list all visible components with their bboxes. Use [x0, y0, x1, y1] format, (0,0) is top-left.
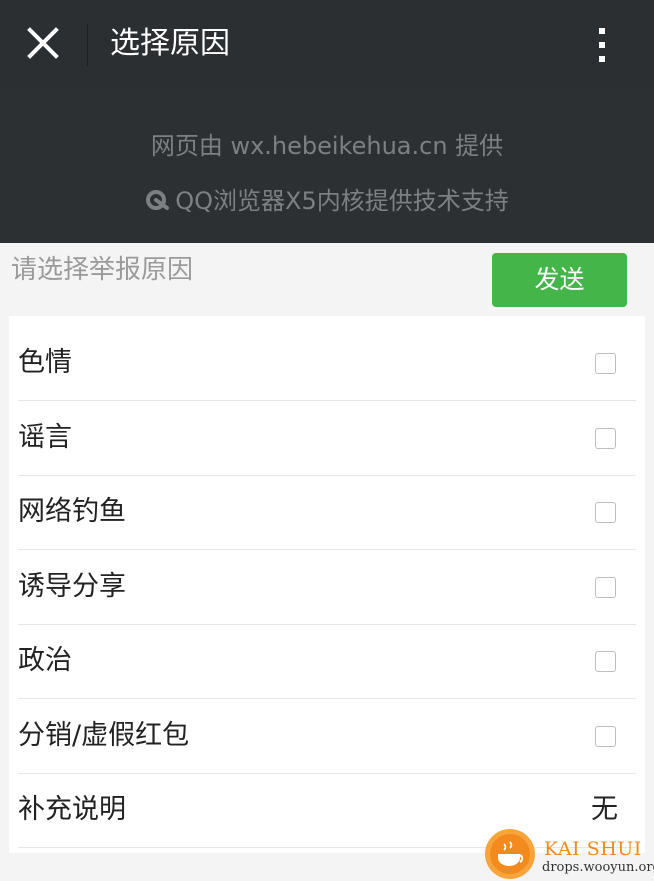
more-button[interactable]	[586, 22, 620, 68]
reason-list: 色情 谣言 网络钓鱼 诱导分享 政治 分销/虚假红包 补充说明 无	[9, 316, 645, 853]
supplement-label: 补充说明	[18, 794, 126, 825]
reason-checkbox[interactable]	[595, 726, 616, 747]
reason-row-rumor[interactable]: 谣言	[18, 401, 636, 476]
watermark: KAI SHUI drops.wooyun.org	[482, 826, 654, 881]
provider-engine-line: QQ浏览器X5内核提供技术支持	[0, 181, 654, 216]
reason-row-fake-red-packet[interactable]: 分销/虚假红包	[18, 699, 636, 774]
reason-row-politics[interactable]: 政治	[18, 624, 636, 699]
close-button[interactable]	[22, 22, 66, 66]
reason-label: 色情	[18, 347, 72, 378]
reason-row-porn[interactable]: 色情	[18, 326, 636, 401]
qq-browser-icon	[146, 190, 170, 210]
watermark-site: drops.wooyun.org	[542, 860, 654, 875]
reason-row-induced-sharing[interactable]: 诱导分享	[18, 550, 636, 625]
teacup-logo-icon	[485, 829, 535, 879]
header-divider	[87, 24, 88, 66]
reason-checkbox[interactable]	[595, 353, 616, 374]
reason-label: 谣言	[18, 422, 72, 453]
reason-checkbox[interactable]	[595, 577, 616, 598]
send-button[interactable]: 发送	[492, 253, 627, 307]
reason-label: 分销/虚假红包	[18, 720, 190, 751]
reason-label: 政治	[18, 645, 72, 676]
provider-domain-text: 网页由 wx.hebeikehua.cn 提供	[150, 132, 504, 160]
top-bar: 选择原因	[0, 0, 654, 88]
reason-label: 诱导分享	[18, 571, 126, 602]
reason-checkbox[interactable]	[595, 502, 616, 523]
report-panel: 请选择举报原因 发送 色情 谣言 网络钓鱼 诱导分享 政治 分销/虚假红包 补充…	[0, 243, 654, 881]
reason-label: 网络钓鱼	[18, 496, 126, 527]
report-prompt: 请选择举报原因	[11, 255, 194, 285]
reason-checkbox[interactable]	[595, 651, 616, 672]
provider-engine-text: QQ浏览器X5内核提供技术支持	[175, 187, 509, 215]
reason-checkbox[interactable]	[595, 428, 616, 449]
provider-info: 网页由 wx.hebeikehua.cn 提供 QQ浏览器X5内核提供技术支持	[0, 88, 654, 243]
watermark-brand: KAI SHUI	[544, 838, 642, 860]
more-vertical-icon	[599, 28, 605, 62]
page-title: 选择原因	[110, 26, 230, 61]
reason-row-phishing[interactable]: 网络钓鱼	[18, 475, 636, 550]
close-icon	[27, 27, 59, 59]
